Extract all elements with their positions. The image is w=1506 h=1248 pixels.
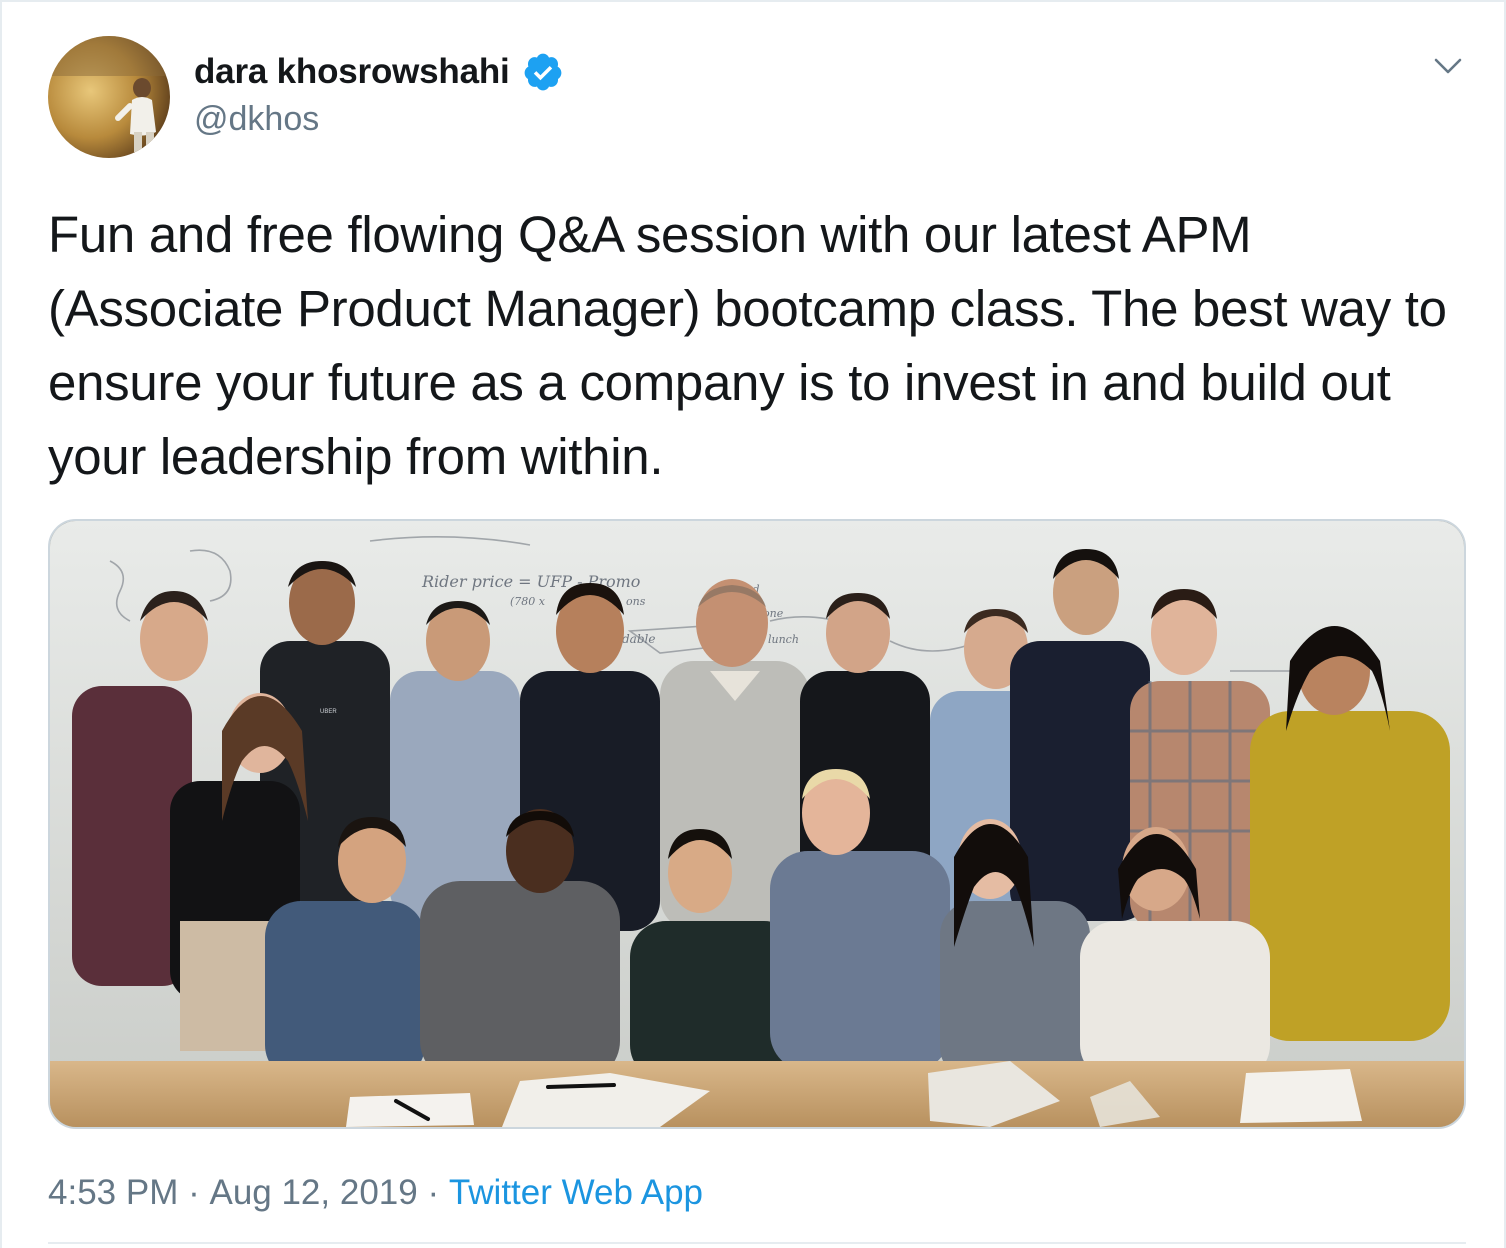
author-name-row[interactable]: dara khosrowshahi — [194, 50, 564, 94]
tweet-source-link[interactable]: Twitter Web App — [449, 1173, 703, 1213]
tweet-photo[interactable]: Rider price = UFP - Promo (780 x ons dab… — [48, 519, 1466, 1129]
whiteboard-note: (780 x — [510, 595, 546, 608]
group-photo-image: Rider price = UFP - Promo (780 x ons dab… — [50, 521, 1464, 1127]
whiteboard-note: dable — [622, 632, 655, 646]
meta-separator: · — [417, 1173, 449, 1212]
author-handle[interactable]: @dkhos — [194, 100, 319, 139]
tweet-date[interactable]: Aug 12, 2019 — [209, 1173, 417, 1213]
tweet-text: Fun and free flowing Q&A session with ou… — [48, 206, 1447, 485]
shirt-label: UBER — [320, 709, 337, 715]
avatar-photo — [48, 36, 170, 158]
author-display-name[interactable]: dara khosrowshahi — [194, 52, 510, 92]
tweet-card: dara khosrowshahi @dkhos Fun and free fl… — [0, 0, 1506, 1248]
whiteboard-note: ons — [626, 595, 646, 608]
verified-badge-icon — [522, 51, 564, 93]
tweet-menu-button[interactable] — [1426, 46, 1470, 86]
tweet-meta: 4:53 PM · Aug 12, 2019 · Twitter Web App — [48, 1170, 703, 1216]
meta-separator: · — [178, 1173, 210, 1212]
whiteboard-note: lunch — [768, 633, 799, 646]
author-avatar[interactable] — [48, 36, 170, 158]
tweet-time[interactable]: 4:53 PM — [48, 1173, 178, 1213]
divider — [48, 1242, 1466, 1244]
chevron-down-icon — [1434, 58, 1462, 74]
